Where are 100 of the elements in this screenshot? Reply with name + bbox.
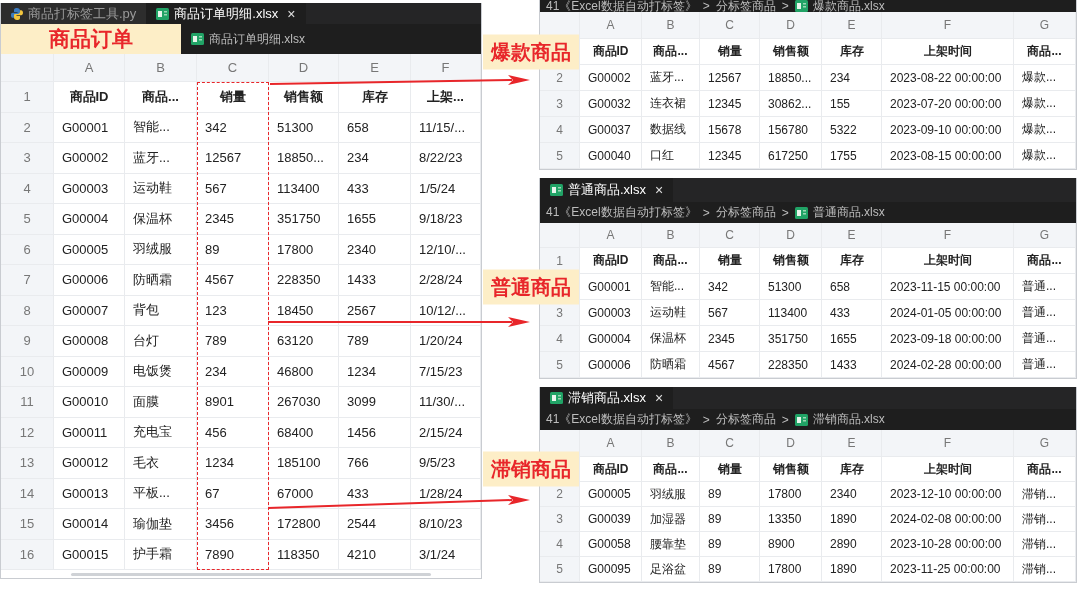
column-header[interactable]: G xyxy=(1014,12,1076,39)
table-cell: 1655 xyxy=(822,326,882,352)
row-number: 1 xyxy=(1,82,54,113)
table-cell: 113400 xyxy=(760,300,822,326)
table-cell: 11/15/... xyxy=(411,112,481,143)
file-tab[interactable]: 滞销商品.xlsx × xyxy=(540,387,674,409)
table-cell: 234 xyxy=(822,65,882,91)
column-header[interactable]: G xyxy=(1014,430,1076,457)
column-header[interactable]: A xyxy=(54,54,125,82)
column-header[interactable]: F xyxy=(882,12,1014,39)
table-cell: 1234 xyxy=(197,448,269,479)
column-header[interactable]: B xyxy=(642,430,700,457)
column-title: 上架时间 xyxy=(882,457,1014,482)
file-tab[interactable]: 商品订单明细.xlsx × xyxy=(146,3,306,24)
breadcrumb-item[interactable]: 商品订单明细.xlsx xyxy=(191,30,305,48)
column-header[interactable]: C xyxy=(700,12,760,39)
table-cell: 12345 xyxy=(700,143,760,169)
close-button[interactable]: × xyxy=(655,182,664,198)
separator-glyph: > xyxy=(702,0,710,12)
table-cell: 17800 xyxy=(760,557,822,582)
column-header[interactable]: C xyxy=(700,430,760,457)
column-title: 销量 xyxy=(700,457,760,482)
breadcrumb-item[interactable]: 滞销商品.xlsx xyxy=(794,411,885,428)
spreadsheet-icon xyxy=(550,392,563,404)
separator-glyph: > xyxy=(781,412,789,427)
column-header[interactable]: E xyxy=(822,12,882,39)
column-header[interactable]: B xyxy=(642,12,700,39)
table-cell: 保温杯 xyxy=(642,326,700,352)
table-cell: 789 xyxy=(197,326,269,357)
table-cell: 4210 xyxy=(339,539,411,570)
column-header[interactable]: B xyxy=(125,54,197,82)
breadcrumb-item[interactable]: 普通商品.xlsx xyxy=(794,204,885,221)
table-cell: 13350 xyxy=(760,507,822,532)
column-header[interactable]: F xyxy=(882,430,1014,457)
column-header[interactable]: E xyxy=(822,430,882,457)
column-header[interactable]: D xyxy=(269,54,339,82)
file-tab[interactable]: 普通商品.xlsx × xyxy=(540,178,674,202)
column-header[interactable]: F xyxy=(882,223,1014,248)
column-header[interactable]: C xyxy=(197,54,269,82)
column-title: 库存 xyxy=(339,82,411,113)
table-cell: 2345 xyxy=(700,326,760,352)
column-title: 商品ID xyxy=(580,39,642,65)
close-button[interactable]: × xyxy=(655,390,664,406)
table-cell: 普通... xyxy=(1014,326,1076,352)
column-header[interactable]: A xyxy=(580,430,642,457)
table-cell: 口红 xyxy=(642,143,700,169)
row-number: 3 xyxy=(540,91,580,117)
table-cell: 2340 xyxy=(822,482,882,507)
column-header[interactable]: E xyxy=(822,223,882,248)
table-cell: 234 xyxy=(339,143,411,174)
row-number: 4 xyxy=(540,532,580,557)
row-number: 9 xyxy=(1,326,54,357)
breadcrumb-item[interactable]: 分标签商品 xyxy=(715,204,776,221)
breadcrumb-item[interactable]: 41《Excel数据自动打标签》 xyxy=(546,411,697,428)
column-header[interactable]: D xyxy=(760,12,822,39)
table-cell: 2/28/24 xyxy=(411,265,481,296)
scrollbar[interactable] xyxy=(71,572,431,576)
table-cell: 15678 xyxy=(700,117,760,143)
table-cell: 爆款... xyxy=(1014,65,1076,91)
column-header[interactable]: D xyxy=(760,223,822,248)
table-cell: 351750 xyxy=(269,204,339,235)
spreadsheet-icon xyxy=(191,33,204,45)
column-title: 销量 xyxy=(700,248,760,274)
column-header[interactable]: G xyxy=(1014,223,1076,248)
row-number: 4 xyxy=(540,117,580,143)
file-tab[interactable]: 商品打标签工具.py xyxy=(1,3,147,24)
column-header[interactable]: A xyxy=(580,12,642,39)
table-cell: G00007 xyxy=(54,295,125,326)
breadcrumb-item[interactable]: 41《Excel数据自动打标签》 xyxy=(546,0,697,12)
column-header[interactable]: B xyxy=(642,223,700,248)
table-cell: G00003 xyxy=(580,300,642,326)
separator-glyph: > xyxy=(702,205,710,220)
separator-glyph: > xyxy=(702,412,710,427)
row-number: 6 xyxy=(1,234,54,265)
table-cell: 113400 xyxy=(269,173,339,204)
table-cell: G00037 xyxy=(580,117,642,143)
column-header[interactable]: D xyxy=(760,430,822,457)
table-cell: G00011 xyxy=(54,417,125,448)
column-title: 商品... xyxy=(642,457,700,482)
breadcrumb-item[interactable]: 分标签商品 xyxy=(715,0,776,12)
breadcrumb-item[interactable]: 爆款商品.xlsx xyxy=(794,0,885,12)
column-header[interactable]: A xyxy=(580,223,642,248)
table-cell: 172800 xyxy=(269,509,339,540)
breadcrumb-item[interactable]: 41《Excel数据自动打标签》 xyxy=(546,204,697,221)
table-cell: G00005 xyxy=(580,482,642,507)
column-title: 商品... xyxy=(125,82,197,113)
row-number: 4 xyxy=(540,326,580,352)
column-header[interactable]: E xyxy=(339,54,411,82)
table-cell: 普通... xyxy=(1014,300,1076,326)
breadcrumb-item[interactable]: 分标签商品 xyxy=(715,411,776,428)
table-cell: 充电宝 xyxy=(125,417,197,448)
column-header[interactable]: C xyxy=(700,223,760,248)
table-cell: 数据线 xyxy=(642,117,700,143)
column-header[interactable]: F xyxy=(411,54,481,82)
table-cell: 118350 xyxy=(269,539,339,570)
row-number: 4 xyxy=(1,173,54,204)
table-cell: 加湿器 xyxy=(642,507,700,532)
table-cell: 蓝牙... xyxy=(642,65,700,91)
table-cell: G00039 xyxy=(580,507,642,532)
close-button[interactable]: × xyxy=(287,5,296,22)
